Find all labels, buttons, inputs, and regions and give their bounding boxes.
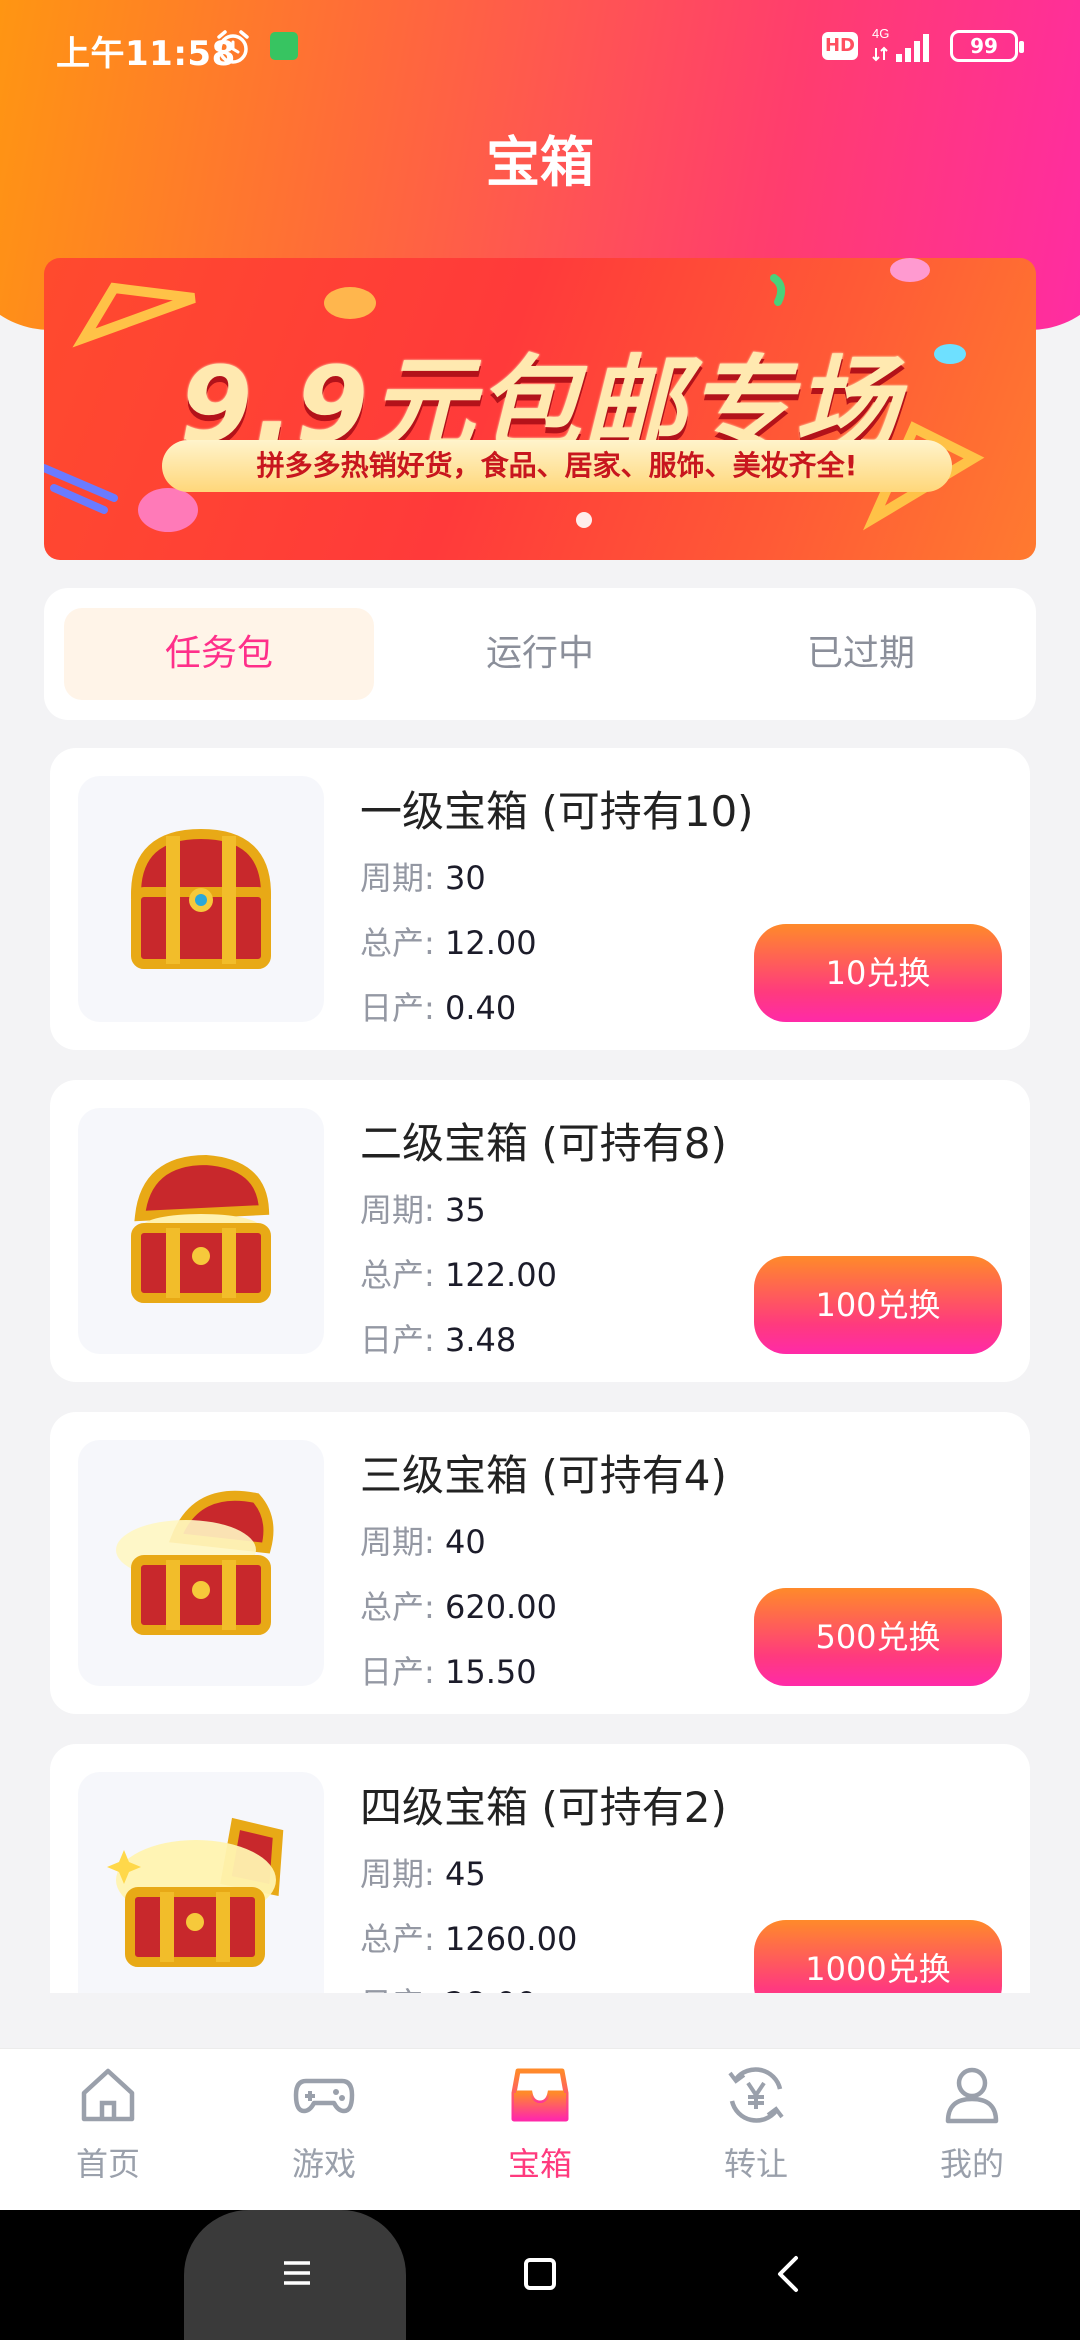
- chest-icon: [511, 2068, 569, 2122]
- chest-card: 三级宝箱 (可持有4) 周期: 40 总产: 620.00 日产: 15.50 …: [50, 1412, 1030, 1714]
- nav-label: 宝箱: [507, 2145, 572, 2183]
- exchange-button[interactable]: 500兑换: [754, 1588, 1002, 1686]
- period-row: 周期: 45: [360, 1849, 486, 1895]
- total-value: 1260.00: [444, 1920, 578, 1958]
- nav-label: 首页: [75, 2145, 140, 2183]
- chest-card: 四级宝箱 (可持有2) 周期: 45 总产: 1260.00 日产: 28.00…: [50, 1744, 1030, 1993]
- daily-row: 日产: 0.40: [360, 983, 516, 1029]
- treasure-chest-closed-icon: [130, 828, 272, 969]
- app-notification-icon: [270, 32, 298, 60]
- daily-row: 日产: 3.48: [360, 1315, 516, 1361]
- total-row: 总产: 12.00: [360, 918, 537, 964]
- status-bar: 上午11:58 HD 4G 99: [0, 0, 1080, 95]
- daily-value: 0.40: [444, 989, 517, 1027]
- daily-label: 日产:: [360, 1985, 435, 1993]
- total-label: 总产:: [360, 1256, 435, 1294]
- status-time: 上午11:58: [56, 34, 236, 74]
- promo-banner[interactable]: 9.9元包邮专场 拼多多热销好货，食品、居家、服饰、美妆齐全!: [44, 258, 1036, 560]
- period-row: 周期: 30: [360, 853, 486, 899]
- nav-label: 我的: [939, 2145, 1004, 2183]
- period-label: 周期:: [360, 1523, 435, 1561]
- exchange-button[interactable]: 100兑换: [754, 1256, 1002, 1354]
- total-value: 12.00: [444, 924, 537, 962]
- total-label: 总产:: [360, 1588, 435, 1626]
- page-title: 宝箱: [486, 131, 594, 194]
- treasure-chest-glowing-icon: [107, 1817, 284, 1967]
- home-icon: [81, 2068, 135, 2122]
- menu-icon[interactable]: [282, 2258, 312, 2288]
- system-nav-bar: [0, 2210, 1080, 2340]
- daily-value: 28.00: [445, 1985, 537, 1993]
- chest-image: [78, 776, 324, 1022]
- total-value: 620.00: [444, 1588, 557, 1626]
- gamepad-icon: [293, 2078, 355, 2114]
- period-value: 45: [444, 1855, 486, 1893]
- page: 上午11:58 HD 4G 99 宝箱 9.9元包邮专场 拼多多热销好货，食品、…: [0, 0, 1080, 2340]
- chest-image: [78, 1108, 324, 1354]
- alarm-icon: [217, 30, 249, 64]
- period-value: 30: [444, 859, 486, 897]
- period-label: 周期:: [360, 859, 435, 897]
- nav-item-home[interactable]: 首页: [0, 2063, 216, 2203]
- nav-item-chest[interactable]: 宝箱: [432, 2063, 648, 2203]
- tab-bar: 任务包 运行中 已过期: [44, 588, 1036, 720]
- chest-card: 二级宝箱 (可持有8) 周期: 35 总产: 122.00 日产: 3.48 1…: [50, 1080, 1030, 1382]
- total-value: 122.00: [444, 1256, 557, 1294]
- treasure-chest-open-icon: [116, 1490, 274, 1635]
- period-row: 周期: 40: [360, 1517, 486, 1563]
- chest-image: [78, 1772, 324, 1993]
- daily-label: 日产:: [360, 1653, 435, 1691]
- chest-title: 四级宝箱 (可持有2): [360, 1783, 727, 1832]
- period-row: 周期: 35: [360, 1185, 486, 1231]
- treasure-chest-ajar-icon: [131, 1154, 271, 1303]
- total-label: 总产:: [360, 924, 435, 962]
- chest-title: 一级宝箱 (可持有10): [360, 787, 754, 836]
- daily-label: 日产:: [360, 989, 435, 1027]
- total-row: 总产: 620.00: [360, 1582, 557, 1628]
- nav-item-profile[interactable]: 我的: [864, 2063, 1080, 2203]
- hd-badge: HD: [822, 32, 858, 60]
- chest-title: 三级宝箱 (可持有4): [360, 1451, 727, 1500]
- total-row: 总产: 1260.00: [360, 1914, 577, 1960]
- nav-item-games[interactable]: 游戏: [216, 2063, 432, 2203]
- tab-expired[interactable]: 已过期: [706, 608, 1016, 700]
- tab-running[interactable]: 运行中: [385, 608, 695, 700]
- daily-value: 3.48: [444, 1321, 517, 1359]
- total-label: 总产:: [360, 1920, 435, 1958]
- period-label: 周期:: [360, 1855, 435, 1893]
- exchange-button[interactable]: 10兑换: [754, 924, 1002, 1022]
- exchange-button[interactable]: 1000兑换: [754, 1920, 1002, 1993]
- back-icon[interactable]: [772, 2254, 802, 2294]
- nav-item-transfer[interactable]: 转让: [648, 2063, 864, 2203]
- battery-icon: 99: [950, 30, 1024, 62]
- home-square-icon[interactable]: [524, 2258, 556, 2290]
- period-label: 周期:: [360, 1191, 435, 1229]
- banner-subtitle: 拼多多热销好货，食品、居家、服饰、美妆齐全!: [162, 440, 952, 492]
- chest-list[interactable]: 一级宝箱 (可持有10) 周期: 30 总产: 12.00 日产: 0.40 1…: [50, 748, 1030, 1993]
- signal-icon: 4G: [872, 26, 929, 62]
- chest-title: 二级宝箱 (可持有8): [360, 1119, 727, 1168]
- nav-label: 转让: [723, 2145, 788, 2183]
- period-value: 35: [444, 1191, 486, 1229]
- chest-image: [78, 1440, 324, 1686]
- nav-label: 游戏: [291, 2145, 356, 2183]
- chest-card: 一级宝箱 (可持有10) 周期: 30 总产: 12.00 日产: 0.40 1…: [50, 748, 1030, 1050]
- daily-row: 日产: 15.50: [360, 1647, 537, 1693]
- daily-value: 15.50: [444, 1653, 537, 1691]
- user-icon: [945, 2067, 999, 2124]
- period-value: 40: [444, 1523, 486, 1561]
- network-type: 4G: [872, 26, 889, 41]
- total-row: 总产: 122.00: [360, 1250, 557, 1296]
- carousel-indicator-dot[interactable]: [576, 512, 592, 528]
- yen-transfer-icon: [728, 2067, 784, 2123]
- bottom-nav: 首页 游戏 宝箱 转让 我的: [0, 2048, 1080, 2210]
- tab-task-pack[interactable]: 任务包: [64, 608, 374, 700]
- daily-row: 日产: 28.00: [360, 1979, 537, 1993]
- daily-label: 日产:: [360, 1321, 435, 1359]
